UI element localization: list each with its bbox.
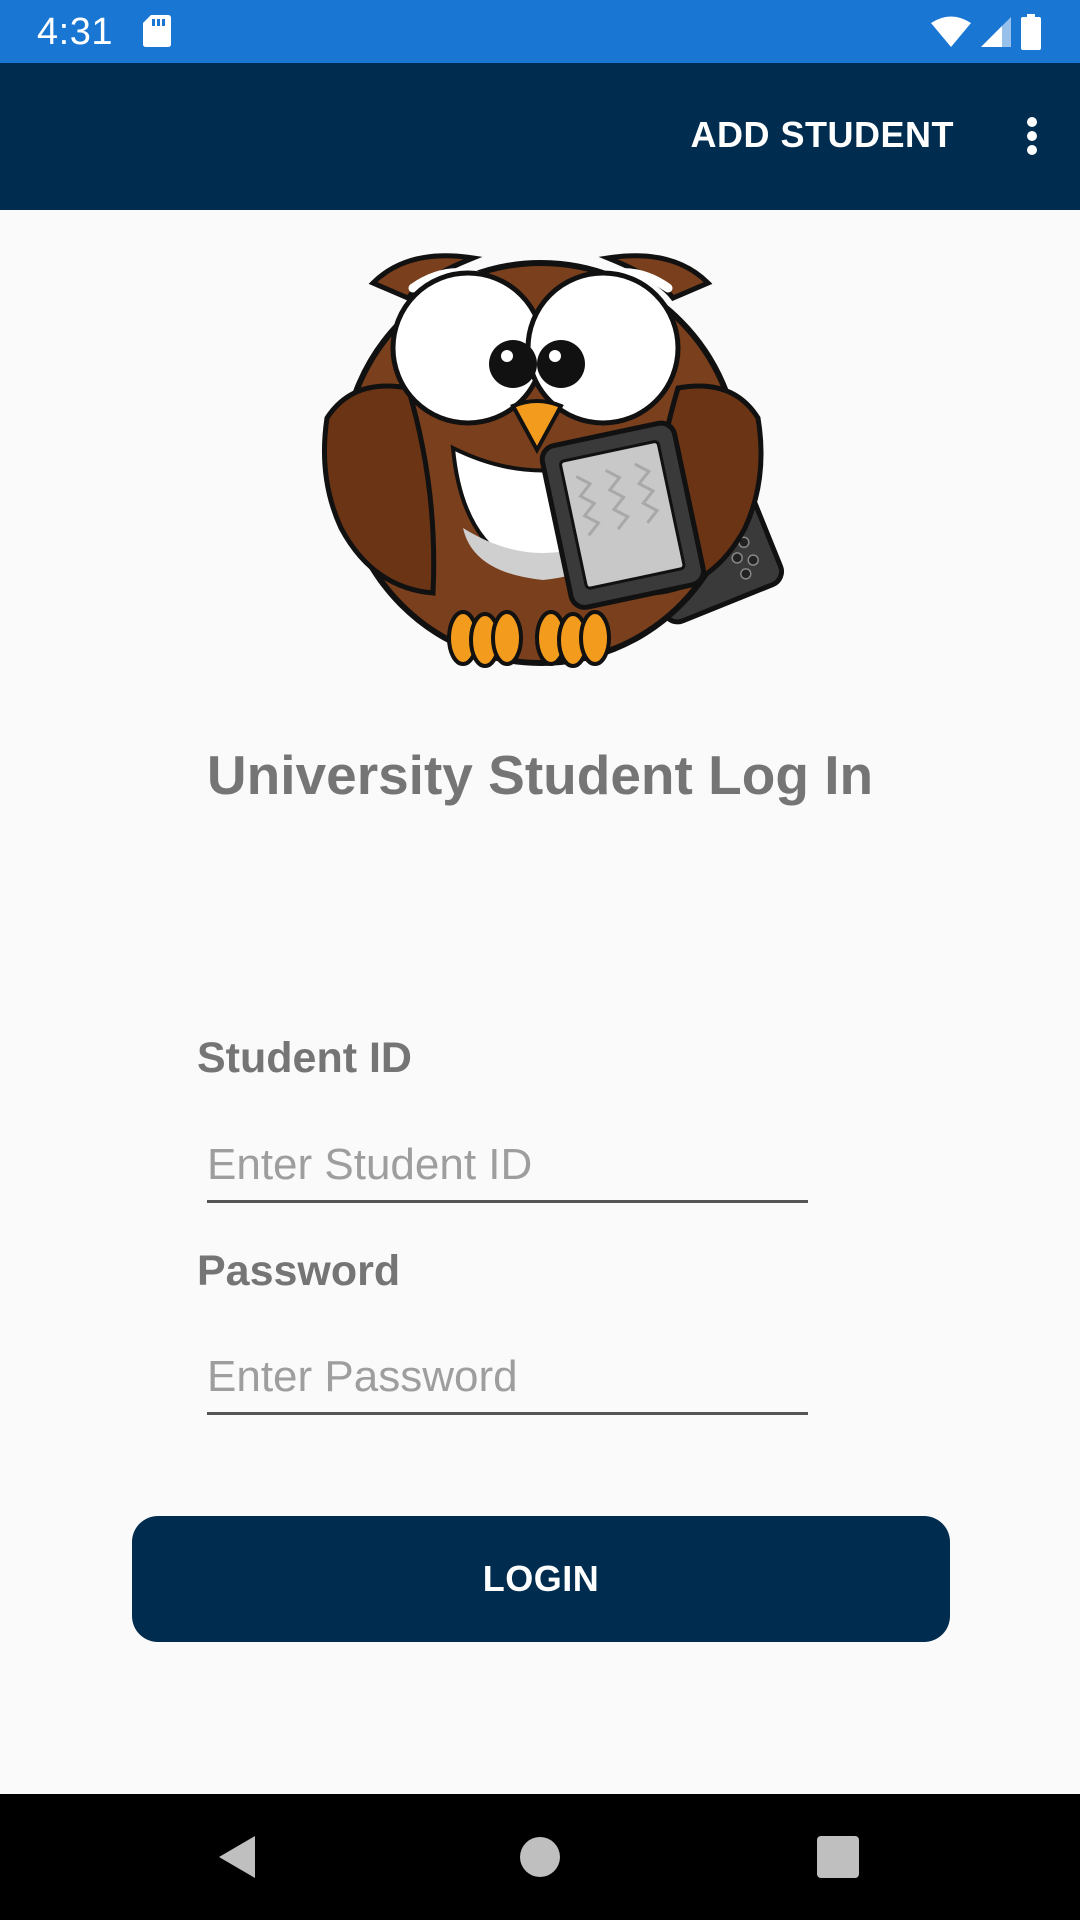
status-icons	[930, 12, 1042, 52]
app-bar: ADD STUDENT	[0, 63, 1080, 210]
owl-logo-image	[321, 253, 785, 668]
login-button[interactable]: LOGIN	[132, 1516, 950, 1642]
password-input[interactable]	[207, 1342, 808, 1415]
sd-card-icon	[143, 15, 171, 47]
student-id-label: Student ID	[197, 1034, 412, 1082]
status-time: 4:31	[37, 11, 113, 53]
password-label: Password	[197, 1247, 401, 1295]
wifi-icon	[931, 16, 971, 47]
system-nav-bar	[0, 1794, 1080, 1920]
battery-icon	[1021, 14, 1041, 50]
status-bar: 4:31	[0, 0, 1080, 63]
student-id-input[interactable]	[207, 1130, 808, 1203]
more-vert-icon[interactable]	[1002, 106, 1062, 166]
home-icon[interactable]	[507, 1824, 573, 1890]
recents-icon[interactable]	[805, 1824, 871, 1890]
add-student-button[interactable]: ADD STUDENT	[691, 113, 955, 157]
cell-signal-icon	[981, 17, 1011, 47]
back-icon[interactable]	[205, 1824, 271, 1890]
page-title: University Student Log In	[206, 744, 874, 806]
